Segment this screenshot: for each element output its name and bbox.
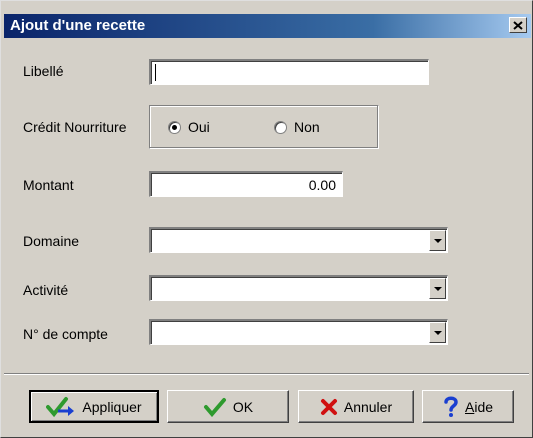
compte-select[interactable]: [149, 319, 448, 345]
montant-input[interactable]: 0.00: [149, 171, 343, 197]
domaine-dropdown-button[interactable]: [429, 230, 446, 251]
apply-button[interactable]: Appliquer: [29, 390, 159, 423]
help-label: Aide: [464, 398, 494, 415]
radio-non[interactable]: [274, 121, 287, 134]
montant-value: 0.00: [308, 177, 336, 193]
chevron-down-icon: [433, 286, 442, 291]
credit-nourriture-radio-group: Oui Non: [149, 105, 379, 149]
ok-label: OK: [232, 398, 254, 415]
domaine-select[interactable]: [149, 227, 448, 253]
compte-label: N° de compte: [23, 326, 108, 342]
checkmark-icon: [203, 397, 226, 417]
radio-selected-dot: [172, 125, 177, 130]
close-button[interactable]: [509, 17, 527, 33]
apply-arrow-icon: [46, 396, 75, 417]
chevron-down-icon: [433, 238, 442, 243]
red-x-icon: [320, 398, 337, 415]
chevron-down-icon: [433, 330, 442, 335]
radio-oui-label[interactable]: Oui: [188, 119, 210, 135]
radio-oui[interactable]: [168, 121, 181, 134]
radio-non-label[interactable]: Non: [294, 119, 320, 135]
libelle-label: Libellé: [23, 63, 64, 79]
window-title: Ajout d'une recette: [10, 17, 146, 34]
libelle-input[interactable]: [149, 59, 429, 85]
text-caret: [155, 64, 156, 81]
montant-label: Montant: [23, 177, 74, 193]
activite-dropdown-button[interactable]: [429, 278, 446, 299]
credit-nourriture-label: Crédit Nourriture: [23, 119, 127, 135]
activite-select[interactable]: [149, 275, 448, 301]
domaine-label: Domaine: [23, 233, 80, 249]
title-bar[interactable]: Ajout d'une recette: [4, 14, 531, 38]
compte-dropdown-button[interactable]: [429, 322, 446, 343]
cancel-label: Annuler: [343, 398, 393, 415]
ok-button[interactable]: OK: [167, 390, 289, 423]
dialog-window: Ajout d'une recette Libellé Crédit Nourr…: [0, 0, 533, 438]
activite-label: Activité: [23, 282, 69, 298]
button-separator: [4, 373, 529, 375]
cancel-button[interactable]: Annuler: [298, 390, 414, 423]
close-icon: [513, 20, 523, 30]
help-button[interactable]: Aide: [422, 390, 514, 423]
apply-label: Appliquer: [82, 398, 142, 415]
question-mark-icon: [444, 396, 458, 417]
